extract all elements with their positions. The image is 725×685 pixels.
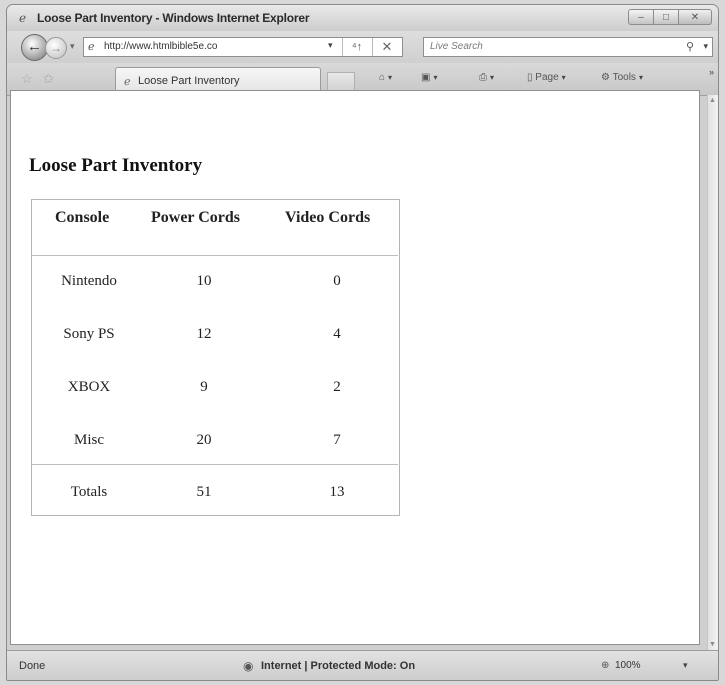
forward-button[interactable]: → xyxy=(45,37,67,59)
feeds-icon: ▣ xyxy=(421,72,431,83)
search-input[interactable] xyxy=(430,41,660,52)
zoom-icon: ⊕ xyxy=(601,660,610,671)
page-icon: ▯ xyxy=(527,72,533,83)
security-zone[interactable]: Internet | Protected Mode: On xyxy=(261,660,415,672)
recent-pages-dropdown[interactable]: ▾ xyxy=(70,41,75,52)
table-cell: XBOX xyxy=(67,379,111,395)
search-box[interactable]: ⚲ ▾ xyxy=(423,37,713,57)
page-viewport: Loose Part Inventory Console Power Cords… xyxy=(10,90,700,645)
table-cell: 12 xyxy=(196,326,212,342)
zoom-dropdown[interactable]: ▾ xyxy=(683,660,688,671)
close-button[interactable]: ✕ xyxy=(678,9,712,25)
refresh-button[interactable]: ⁴↑ xyxy=(342,38,371,56)
status-text: Done xyxy=(19,660,46,672)
vertical-scrollbar[interactable]: ▲ ▼ xyxy=(707,95,718,650)
star-icon[interactable]: ☆ xyxy=(21,71,33,87)
gear-icon: ⚙ xyxy=(601,72,610,83)
totals-cell: 51 xyxy=(196,484,212,500)
address-dropdown[interactable]: ▾ xyxy=(328,40,333,51)
column-header-video-cords: Video Cords xyxy=(285,209,371,226)
globe-icon: ◉ xyxy=(243,659,254,673)
printer-icon: ⎙ xyxy=(479,72,487,83)
column-header-power-cords: Power Cords xyxy=(151,209,241,226)
home-button[interactable]: ⌂ ▾ xyxy=(379,72,392,83)
table-cell: 0 xyxy=(333,273,341,289)
table-cell: Misc xyxy=(74,432,104,448)
feeds-button[interactable]: ▣ ▾ xyxy=(421,72,437,83)
stop-button[interactable]: ✕ xyxy=(372,38,401,56)
table-cell: 10 xyxy=(196,273,212,289)
window-title: Loose Part Inventory - Windows Internet … xyxy=(37,11,310,25)
back-button[interactable]: ← xyxy=(21,34,48,61)
table-cell: Sony PS xyxy=(63,326,115,342)
totals-divider xyxy=(32,464,398,465)
navigation-bar: ← → ▾ ℯ http://www.htmlbible5e.co ▾ ⁴↑ ✕… xyxy=(7,31,718,63)
home-icon: ⌂ xyxy=(379,72,386,83)
window-controls: – □ ✕ xyxy=(628,9,712,25)
header-divider xyxy=(32,255,398,256)
address-url[interactable]: http://www.htmlbible5e.co xyxy=(104,41,324,52)
table-cell: 2 xyxy=(333,379,341,395)
scroll-up-arrow-icon[interactable]: ▲ xyxy=(709,97,716,104)
page-heading: Loose Part Inventory xyxy=(29,155,203,176)
page-menu[interactable]: ▯ Page ▾ xyxy=(527,72,566,83)
status-bar: Done ◉ Internet | Protected Mode: On ⊕ 1… xyxy=(7,650,718,680)
totals-cell: Totals xyxy=(70,484,108,500)
tab-label: Loose Part Inventory xyxy=(138,75,240,87)
table-cell: Nintendo xyxy=(61,273,117,289)
search-dropdown[interactable]: ▾ xyxy=(703,41,708,52)
forward-arrow-icon: → xyxy=(50,41,62,55)
zoom-level[interactable]: 100% xyxy=(615,660,641,671)
page-icon: ℯ xyxy=(124,76,131,88)
back-arrow-icon: ← xyxy=(27,38,42,55)
page-menu-label: Page xyxy=(535,72,559,83)
table-cell: 4 xyxy=(333,326,341,342)
new-tab-button[interactable] xyxy=(327,72,355,90)
command-bar-overflow[interactable]: » xyxy=(709,67,714,77)
ie-logo-icon: ℯ xyxy=(19,11,27,25)
table-cell: 9 xyxy=(200,379,208,395)
add-favorites-icon[interactable]: ✩ xyxy=(43,71,54,87)
tools-menu[interactable]: ⚙ Tools ▾ xyxy=(601,72,643,83)
column-header-console: Console xyxy=(55,209,110,226)
tools-menu-label: Tools xyxy=(612,72,636,83)
title-bar: ℯ Loose Part Inventory - Windows Interne… xyxy=(7,5,718,31)
totals-cell: 13 xyxy=(329,484,345,500)
scroll-down-arrow-icon[interactable]: ▼ xyxy=(709,641,716,648)
address-bar[interactable]: ℯ http://www.htmlbible5e.co ▾ ⁴↑ ✕ xyxy=(83,37,403,57)
page-icon: ℯ xyxy=(88,41,95,53)
table-cell: 7 xyxy=(333,432,341,448)
search-icon[interactable]: ⚲ xyxy=(686,40,694,53)
table-cell: 20 xyxy=(196,432,212,448)
minimize-button[interactable]: – xyxy=(628,9,654,25)
maximize-button[interactable]: □ xyxy=(653,9,679,25)
print-button[interactable]: ⎙ ▾ xyxy=(479,72,494,83)
inventory-table xyxy=(31,199,400,516)
